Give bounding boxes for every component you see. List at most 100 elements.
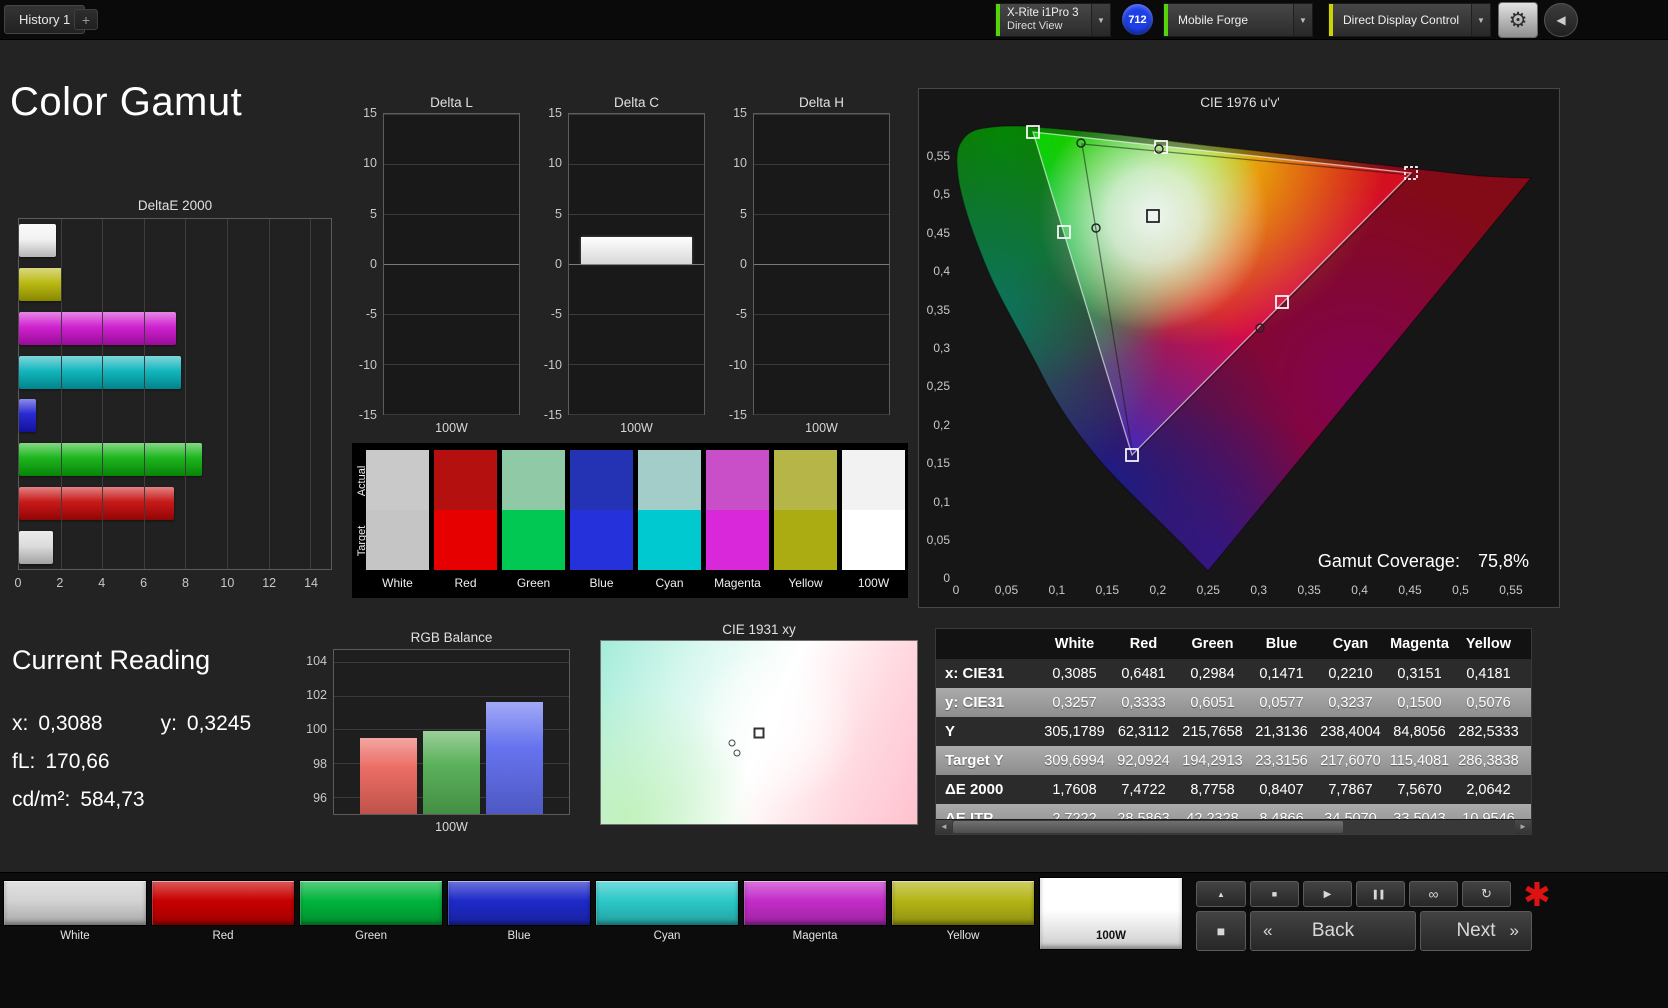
table-row: x: CIE31 0,3085 0,6481 0,2984 0,1471 0,2210 0,… — [936, 659, 1531, 688]
table-scrollbar[interactable]: ◄ ► — [936, 819, 1531, 834]
table-cell: 0 — [1523, 695, 1531, 711]
table-header-cell: Blue — [1265, 636, 1298, 652]
patch-button-magenta[interactable]: Magenta — [743, 880, 887, 950]
next-label: Next — [1456, 920, 1496, 941]
patch-button-red[interactable]: Red — [151, 880, 295, 950]
table-cell: 7,7867 — [1328, 781, 1373, 798]
patch-button-blue[interactable]: Blue — [447, 880, 591, 950]
gridline — [268, 219, 270, 569]
delta-ytick: 5 — [555, 206, 562, 221]
table-cell: 0,6481 — [1121, 665, 1166, 682]
chevron-down-icon[interactable]: ▼ — [1293, 4, 1312, 36]
patch-color — [595, 880, 739, 926]
deltae-xtick: 4 — [98, 576, 106, 590]
left-arrow-icon: ◀ — [1556, 13, 1566, 27]
gridline — [754, 364, 889, 365]
deltae-xtick: 6 — [140, 576, 148, 590]
source-dropdown[interactable]: Mobile Forge ▼ — [1163, 3, 1313, 37]
cie1976-ytick: 0,1 — [933, 494, 950, 509]
rgb-bar-red — [360, 737, 417, 814]
display-control-dropdown[interactable]: Direct Display Control ▼ — [1328, 3, 1491, 37]
add-tab-button[interactable]: + — [74, 9, 98, 30]
swatch-actual — [502, 450, 565, 510]
table-cell: 115,4081 — [1389, 752, 1450, 769]
table-cell: 0,8407 — [1259, 781, 1304, 798]
cie1976-ytick: 0,3 — [933, 341, 950, 355]
delta-c-footer: 100W — [620, 421, 653, 435]
back-label: Back — [1311, 920, 1355, 941]
cie1976-title: CIE 1976 u'v' — [1200, 95, 1280, 110]
patch-label: 100W — [1095, 930, 1127, 942]
current-reading-title: Current Reading — [12, 645, 211, 675]
continuous-measure-button[interactable]: ∞ — [1409, 881, 1458, 907]
patch-button-green[interactable]: Green — [299, 880, 443, 950]
table-cell: 0,5076 — [1466, 694, 1511, 711]
reading-fl-value: 170,66 — [45, 750, 110, 773]
delta-ytick: -10 — [728, 357, 747, 372]
gridline — [754, 264, 889, 265]
stop-button[interactable]: ■ — [1250, 881, 1299, 907]
bottom-swatch-bar: White Red Green Blue Cyan Magenta Yellow 100W — [3, 877, 1183, 950]
chevron-down-icon[interactable]: ▼ — [1471, 4, 1490, 36]
table-cell: 0,3333 — [1121, 694, 1166, 711]
meter-dropdown[interactable]: X-Rite i1Pro 3 Direct View ▼ — [995, 3, 1111, 37]
deltae-chart-title: DeltaE 2000 — [137, 198, 213, 213]
cie1976-ytick: 0,05 — [926, 533, 950, 547]
swatch-label: Cyan — [655, 576, 684, 590]
cie1976-xtick: 0,45 — [1398, 583, 1422, 597]
back-button[interactable]: « Back — [1250, 911, 1416, 951]
gridline — [310, 219, 312, 569]
pattern-window-button[interactable]: ■ — [1196, 911, 1246, 951]
rgb-ytick: 98 — [313, 756, 327, 771]
table-cell: 21,3136 — [1255, 723, 1308, 740]
patch-button-cyan[interactable]: Cyan — [595, 880, 739, 950]
tray-toggle-button[interactable]: ◀ — [1544, 3, 1578, 37]
rgb-ylabels: 104 102 100 98 96 — [297, 649, 327, 815]
delta-ytick: 5 — [740, 206, 747, 221]
delta-ytick: -10 — [543, 357, 562, 372]
table-cell: 0,3151 — [1397, 665, 1442, 682]
table-cell: 0,1471 — [1259, 665, 1304, 682]
settings-button[interactable]: ⚙ — [1498, 2, 1538, 38]
patch-button-yellow[interactable]: Yellow — [891, 880, 1035, 950]
cie1976-xtick: 0 — [952, 583, 960, 597]
pause-button[interactable]: ▌▌ — [1356, 881, 1405, 907]
reading-cd-label: cd/m²: — [12, 788, 71, 811]
play-button[interactable]: ▶ — [1303, 881, 1352, 907]
patch-label: Green — [355, 930, 387, 942]
swatch-label: 100W — [857, 576, 890, 590]
scroll-right-button[interactable]: ► — [1515, 820, 1531, 834]
patch-button-white[interactable]: White — [3, 880, 147, 950]
scrollbar-thumb[interactable] — [953, 821, 1343, 833]
swatch-actual — [366, 450, 429, 510]
patch-label: Blue — [507, 930, 531, 942]
delta-ytick: 15 — [363, 106, 377, 120]
table-header-cell: Cyan — [1332, 636, 1369, 652]
refresh-button[interactable]: ↻ — [1462, 881, 1511, 907]
display-control-name: Direct Display Control — [1343, 13, 1460, 27]
swatch-column-100w: 100W — [842, 450, 905, 590]
delta-ytick: 10 — [733, 156, 747, 171]
swatch-label: White — [382, 576, 413, 590]
up-button[interactable]: ▲ — [1196, 881, 1246, 907]
table-cell: 0 — [1523, 666, 1531, 682]
scroll-left-button[interactable]: ◄ — [936, 820, 952, 834]
swatch-column-magenta: Magenta — [706, 450, 769, 590]
cie1976-panel: CIE 1976 u'v' 0,55 0,5 0,45 0,4 0,35 0,3 0,25 0… — [918, 88, 1560, 608]
rgb-bar-green — [423, 731, 480, 814]
swatch-target — [434, 510, 497, 570]
cie1976-ytick: 0,5 — [933, 187, 950, 202]
patch-label: Cyan — [653, 930, 681, 942]
next-button[interactable]: Next » — [1420, 911, 1532, 951]
gear-icon: ⚙ — [1508, 8, 1528, 32]
patch-color — [151, 880, 295, 926]
table-cell: 84,8056 — [1393, 723, 1446, 740]
gridline — [384, 164, 519, 165]
cie1976-xtick: 0,25 — [1196, 583, 1220, 597]
gridline — [569, 114, 704, 115]
swatch-actual — [570, 450, 633, 510]
chevron-down-icon[interactable]: ▼ — [1091, 4, 1110, 36]
swatch-target — [842, 510, 905, 570]
delta-h-footer: 100W — [805, 421, 838, 435]
patch-button-100w[interactable]: 100W — [1039, 877, 1183, 950]
